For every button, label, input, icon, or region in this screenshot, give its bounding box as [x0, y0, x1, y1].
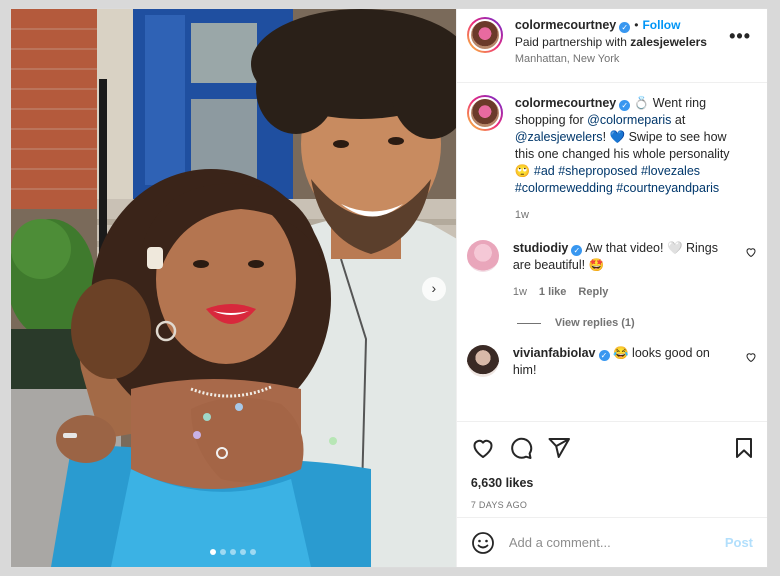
post-photo: › — [11, 9, 456, 567]
post-side-panel: colormecourtney ✓ • Follow Paid partnership… — [455, 9, 767, 567]
share-icon[interactable] — [547, 436, 571, 460]
comments-list[interactable]: colormecourtney ✓ 💍 Went ring shopping fo… — [457, 83, 767, 413]
post-dialog: › colormecourtney ✓ • Follow Paid partnersh… — [10, 8, 768, 568]
hashtag-link[interactable]: #colormewedding — [515, 181, 613, 195]
commenter-avatar[interactable] — [466, 345, 499, 377]
view-replies-label: View replies (1) — [554, 317, 635, 329]
comment-meta: 1w 1 like Reply — [513, 284, 723, 301]
like-count[interactable]: 6,630 likes — [471, 476, 755, 490]
hashtag-link[interactable]: #sheproposed — [558, 164, 637, 178]
carousel-dot — [250, 549, 257, 555]
comment-likes[interactable]: 1 like — [539, 286, 567, 298]
partner-link[interactable]: zalesjewelers — [630, 35, 707, 49]
commenter-avatar[interactable] — [466, 240, 499, 272]
comment: studiodiy ✓ Aw that video! 🤍 Rings are be… — [466, 240, 757, 301]
caption-avatar[interactable] — [466, 95, 503, 131]
comment-input[interactable] — [508, 535, 725, 550]
comment-icon[interactable] — [509, 436, 533, 460]
location-link[interactable]: Manhattan, New York — [515, 51, 729, 68]
comment-like-icon[interactable] — [745, 246, 757, 258]
post-comment-button[interactable]: Post — [725, 535, 753, 550]
commenter-username[interactable]: vivianfabiolav — [513, 346, 596, 360]
view-replies-button[interactable]: View replies (1) — [516, 317, 757, 329]
commenter-username[interactable]: studiodiy — [513, 241, 569, 255]
verified-badge-icon: ✓ — [619, 22, 631, 33]
comment: vivianfabiolav ✓ 😂 looks good on him! — [466, 345, 757, 379]
carousel-dot — [240, 549, 247, 555]
hashtag-link[interactable]: #courtneyandparis — [616, 181, 719, 195]
follow-button[interactable]: Follow — [642, 18, 680, 32]
caption-text: for — [569, 113, 584, 127]
reply-button[interactable]: Reply — [578, 286, 608, 298]
caption-text: at — [674, 113, 686, 127]
author-username[interactable]: colormecourtney — [515, 18, 616, 32]
post-actions: 6,630 likes 7 DAYS AGO — [456, 421, 767, 510]
emoji-icon[interactable] — [471, 531, 495, 555]
couple-photo-illustration — [11, 9, 456, 567]
post-date: 7 DAYS AGO — [470, 500, 528, 510]
caption-username[interactable]: colormecourtney — [515, 96, 616, 110]
verified-badge-icon: ✓ — [571, 245, 583, 256]
carousel-next-button[interactable]: › — [421, 277, 446, 301]
carousel-dot — [220, 549, 227, 555]
author-avatar[interactable] — [466, 17, 503, 53]
bookmark-icon[interactable] — [733, 436, 755, 460]
hashtag-link[interactable]: #lovezales — [641, 164, 700, 178]
carousel-indicator — [11, 549, 456, 555]
replies-line — [516, 322, 541, 324]
partnership-prefix: Paid partnership with — [514, 35, 627, 49]
more-options-icon[interactable]: ••• — [729, 27, 751, 45]
caption-time: 1w — [514, 209, 529, 221]
add-comment-bar: Post — [456, 517, 767, 567]
mention-link[interactable]: @colormeparis — [587, 113, 671, 127]
carousel-dot — [230, 549, 237, 555]
post-header: colormecourtney ✓ • Follow Paid partnership… — [456, 9, 767, 83]
hashtag-link[interactable]: #ad — [534, 164, 555, 178]
carousel-dot — [210, 549, 217, 555]
comment-time: 1w — [512, 286, 527, 298]
verified-badge-icon: ✓ — [619, 100, 631, 111]
paid-partnership: Paid partnership with zalesjewelers — [515, 34, 729, 51]
heart-icon[interactable] — [471, 436, 495, 460]
mention-link[interactable]: @zalesjewelers — [515, 130, 603, 144]
caption: colormecourtney ✓ 💍 Went ring shopping fo… — [466, 95, 757, 224]
caption-text: ! — [602, 130, 607, 144]
comment-like-icon[interactable] — [745, 351, 757, 363]
separator-dot: • — [634, 18, 639, 32]
verified-badge-icon: ✓ — [598, 350, 610, 361]
